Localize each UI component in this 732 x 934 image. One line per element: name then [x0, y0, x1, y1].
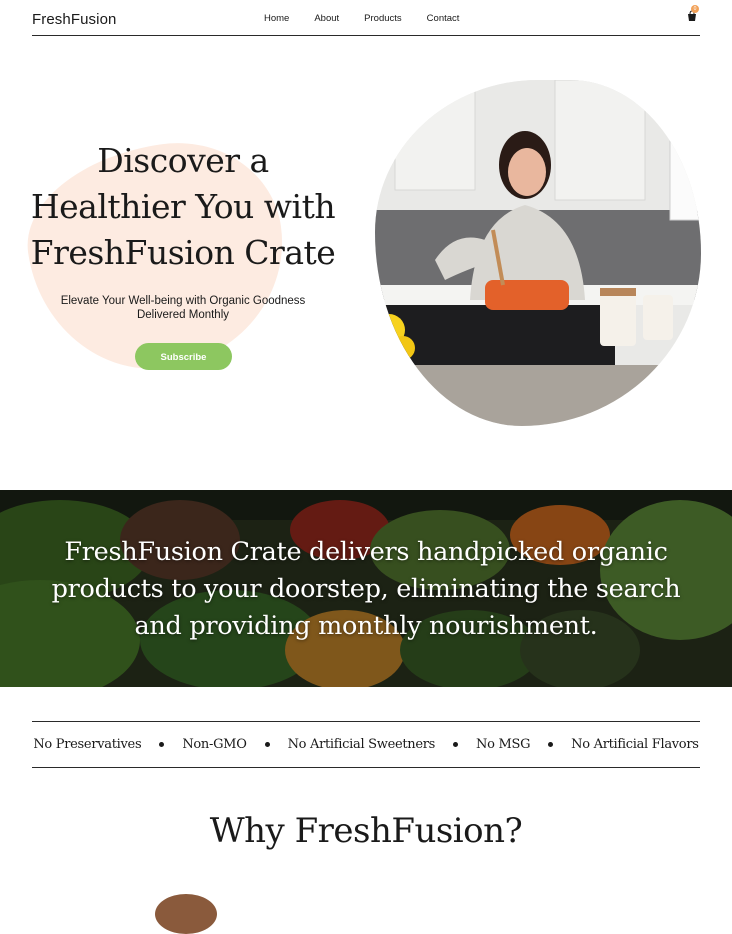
hero-subtitle: Elevate Your Well-being with Organic Goo… [60, 295, 306, 321]
feature-no-preservatives: No Preservatives [33, 737, 142, 752]
why-section-title: Why FreshFusion? [209, 811, 523, 851]
bullet-dot [548, 742, 554, 747]
main-nav: Home About Products Contact [264, 13, 484, 24]
feature-no-artificial-flavors: No Artificial Flavors [571, 737, 699, 752]
feature-non-gmo: Non-GMO [182, 737, 247, 752]
why-section-image-peek [155, 894, 217, 934]
nav-products[interactable]: Products [364, 13, 402, 24]
cart-icon[interactable]: 0 [686, 5, 699, 23]
brand-logo[interactable]: FreshFusion [32, 11, 116, 28]
bullet-dot [453, 742, 459, 747]
feature-no-msg: No MSG [476, 737, 531, 752]
bullet-dot [264, 742, 270, 747]
features-strip: No Preservatives Non-GMO No Artificial S… [32, 721, 700, 768]
bullet-dot [159, 742, 165, 747]
cart-count-badge: 0 [691, 5, 699, 13]
hero-cooking-photo [375, 80, 701, 426]
site-header: FreshFusion Home About Products Contact … [32, 0, 700, 36]
nav-about[interactable]: About [314, 13, 339, 24]
feature-no-artificial-sweeteners: No Artificial Sweetners [287, 737, 436, 752]
hero-title: Discover a Healthier You with FreshFusio… [30, 141, 336, 272]
banner-text: FreshFusion Crate delivers handpicked or… [51, 537, 681, 641]
subscribe-button[interactable]: Subscribe [135, 343, 232, 370]
vegetable-banner: FreshFusion Crate delivers handpicked or… [0, 490, 732, 687]
nav-contact[interactable]: Contact [427, 13, 460, 24]
nav-home[interactable]: Home [264, 13, 289, 24]
